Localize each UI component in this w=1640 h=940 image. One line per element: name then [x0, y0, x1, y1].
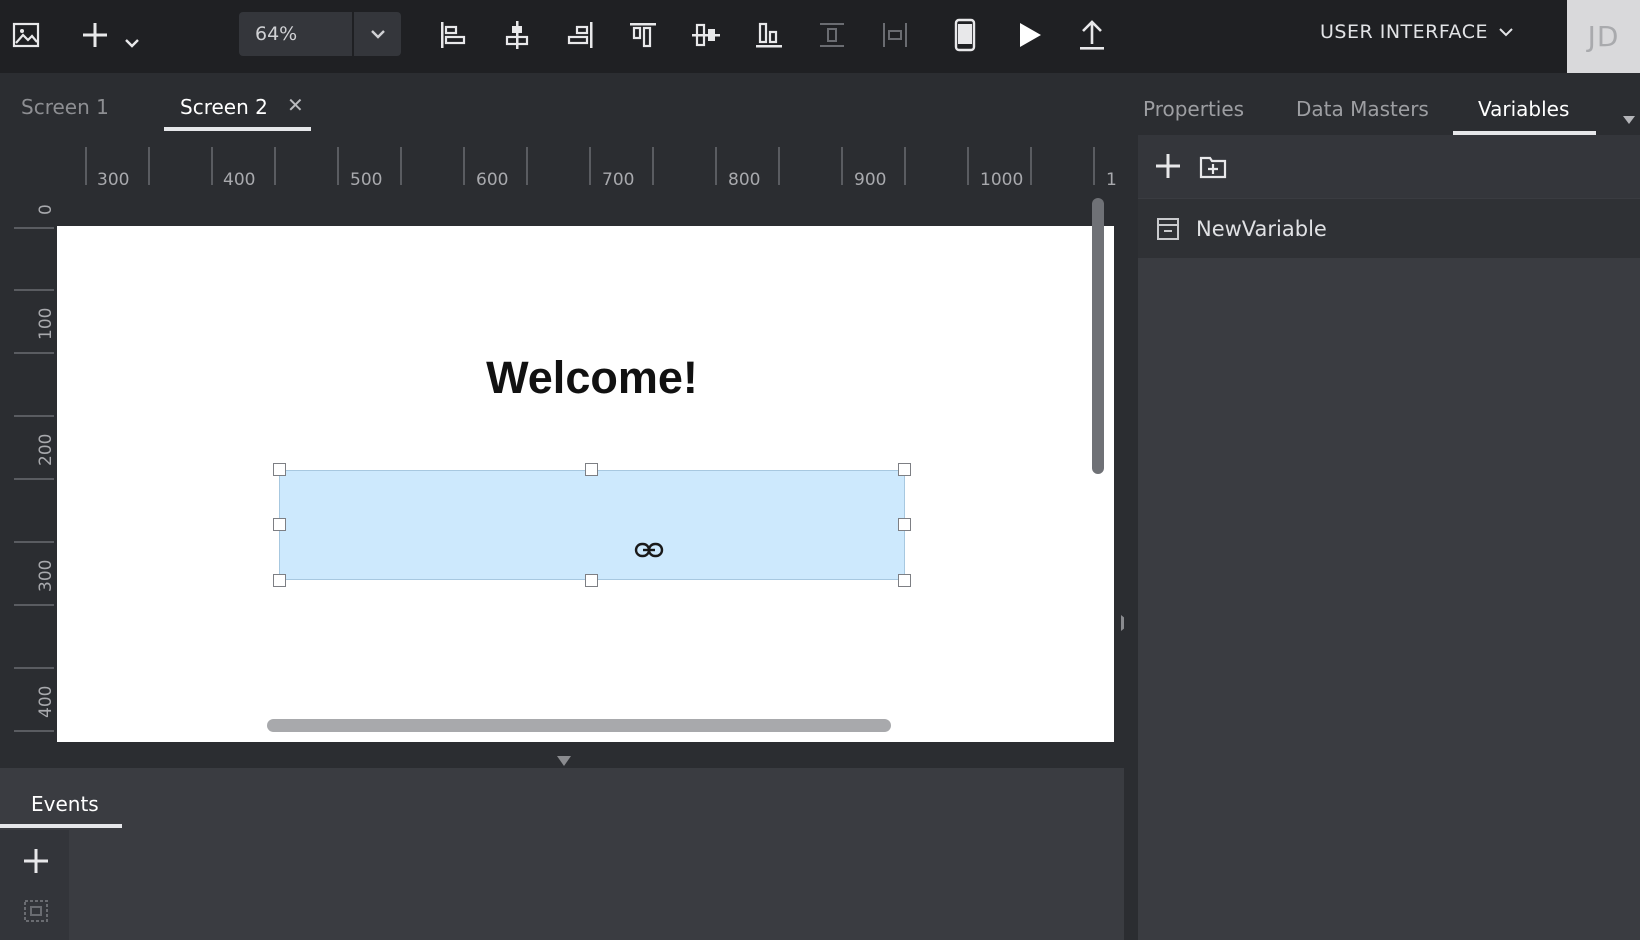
- panel-divider[interactable]: [1124, 73, 1138, 940]
- distribute-horizontal-icon: [875, 14, 915, 56]
- device-icon[interactable]: [945, 14, 985, 56]
- welcome-text[interactable]: Welcome!: [57, 352, 1127, 404]
- ruler-label: 1: [1106, 170, 1117, 190]
- add-icon[interactable]: [75, 14, 115, 56]
- ruler-tick: [274, 147, 276, 185]
- ruler-tick: [85, 147, 87, 185]
- tab-variables[interactable]: Variables: [1478, 97, 1569, 121]
- ruler-tick: [14, 352, 54, 354]
- ruler-tick: [14, 730, 54, 732]
- resize-handle[interactable]: [585, 463, 598, 476]
- ruler-label: 400: [223, 170, 256, 190]
- ruler-tick: [526, 147, 528, 185]
- close-icon[interactable]: ✕: [287, 93, 304, 117]
- chevron-down-icon: [1498, 21, 1514, 43]
- events-panel: [0, 828, 1124, 940]
- screen-tabs: Screen 1 Screen 2 ✕: [0, 73, 1124, 135]
- resize-handle[interactable]: [898, 574, 911, 587]
- align-top-icon[interactable]: [623, 14, 663, 56]
- user-interface-mode-select[interactable]: USER INTERFACE: [1320, 21, 1514, 43]
- ruler-tick: [337, 147, 339, 185]
- ruler-tick: [652, 147, 654, 185]
- ruler-tick: [1030, 147, 1032, 185]
- ruler-tick: [400, 147, 402, 185]
- ruler-tick: [14, 478, 54, 480]
- panel-menu-icon[interactable]: [1622, 110, 1636, 129]
- top-toolbar: 64% USER INTERFACE JD: [0, 0, 1640, 73]
- ruler-tick: [14, 604, 54, 606]
- ruler-tick: [778, 147, 780, 185]
- vertical-ruler: [0, 190, 57, 750]
- vertical-scrollbar[interactable]: [1092, 198, 1104, 474]
- resize-handle[interactable]: [273, 518, 286, 531]
- tab-data-masters[interactable]: Data Masters: [1296, 97, 1429, 121]
- avatar[interactable]: JD: [1567, 0, 1640, 73]
- ruler-tick: [967, 147, 969, 185]
- ruler-label: 600: [476, 170, 509, 190]
- tab-events[interactable]: Events: [31, 792, 99, 816]
- tab-screen-1[interactable]: Screen 1: [21, 95, 109, 119]
- ruler-tick: [14, 667, 54, 669]
- ruler-label: 1000: [980, 170, 1024, 190]
- horizontal-scrollbar[interactable]: [267, 719, 891, 732]
- resize-handle[interactable]: [273, 574, 286, 587]
- resize-handle[interactable]: [585, 574, 598, 587]
- variable-icon: [1155, 216, 1181, 246]
- ruler-tick: [841, 147, 843, 185]
- align-middle-icon[interactable]: [686, 14, 726, 56]
- chevron-down-icon[interactable]: [354, 12, 401, 56]
- resize-handle[interactable]: [898, 463, 911, 476]
- ruler-label: 900: [854, 170, 887, 190]
- ruler-label: 800: [728, 170, 761, 190]
- align-center-icon[interactable]: [497, 14, 537, 56]
- ruler-label: 300: [97, 170, 130, 190]
- ruler-label: 0: [36, 204, 56, 215]
- ruler-tick: [463, 147, 465, 185]
- events-panel-header: [0, 768, 1124, 828]
- add-event-icon[interactable]: [22, 847, 50, 879]
- ruler-label: 300: [36, 559, 56, 592]
- ruler-tick: [14, 415, 54, 417]
- ruler-tick: [14, 227, 54, 229]
- ruler-tick: [14, 541, 54, 543]
- ruler-tick: [14, 289, 54, 291]
- ruler-tick: [589, 147, 591, 185]
- variable-name[interactable]: NewVariable: [1196, 217, 1327, 241]
- resize-handle[interactable]: [273, 463, 286, 476]
- ruler-tick: [904, 147, 906, 185]
- share-icon[interactable]: [1072, 14, 1112, 56]
- distribute-vertical-icon: [812, 14, 852, 56]
- play-icon[interactable]: [1009, 14, 1049, 56]
- align-left-icon[interactable]: [433, 14, 473, 56]
- ruler-label: 500: [350, 170, 383, 190]
- ruler-tick: [1093, 147, 1095, 185]
- align-right-icon[interactable]: [560, 14, 600, 56]
- add-folder-icon[interactable]: [1198, 152, 1228, 184]
- image-icon[interactable]: [6, 14, 46, 56]
- mode-label: USER INTERFACE: [1320, 21, 1488, 43]
- zoom-select[interactable]: 64%: [239, 12, 401, 56]
- align-bottom-icon[interactable]: [749, 14, 789, 56]
- add-variable-icon[interactable]: [1154, 152, 1182, 184]
- ruler-tick: [148, 147, 150, 185]
- ruler-label: 700: [602, 170, 635, 190]
- horizontal-ruler: [0, 135, 1124, 190]
- resize-handle[interactable]: [898, 518, 911, 531]
- tab-properties[interactable]: Properties: [1143, 97, 1244, 121]
- active-tab-indicator: [0, 824, 122, 828]
- ruler-label: 400: [36, 685, 56, 718]
- ruler-tick: [715, 147, 717, 185]
- chevron-down-icon[interactable]: [112, 22, 152, 64]
- tab-screen-2[interactable]: Screen 2: [180, 95, 268, 119]
- select-events-icon: [22, 898, 50, 930]
- ruler-label: 200: [36, 433, 56, 466]
- active-tab-indicator: [164, 127, 311, 131]
- ruler-tick: [211, 147, 213, 185]
- ruler-label: 100: [36, 307, 56, 340]
- zoom-value[interactable]: 64%: [239, 12, 354, 56]
- link-icon: [634, 541, 664, 563]
- selected-rectangle[interactable]: [279, 470, 905, 580]
